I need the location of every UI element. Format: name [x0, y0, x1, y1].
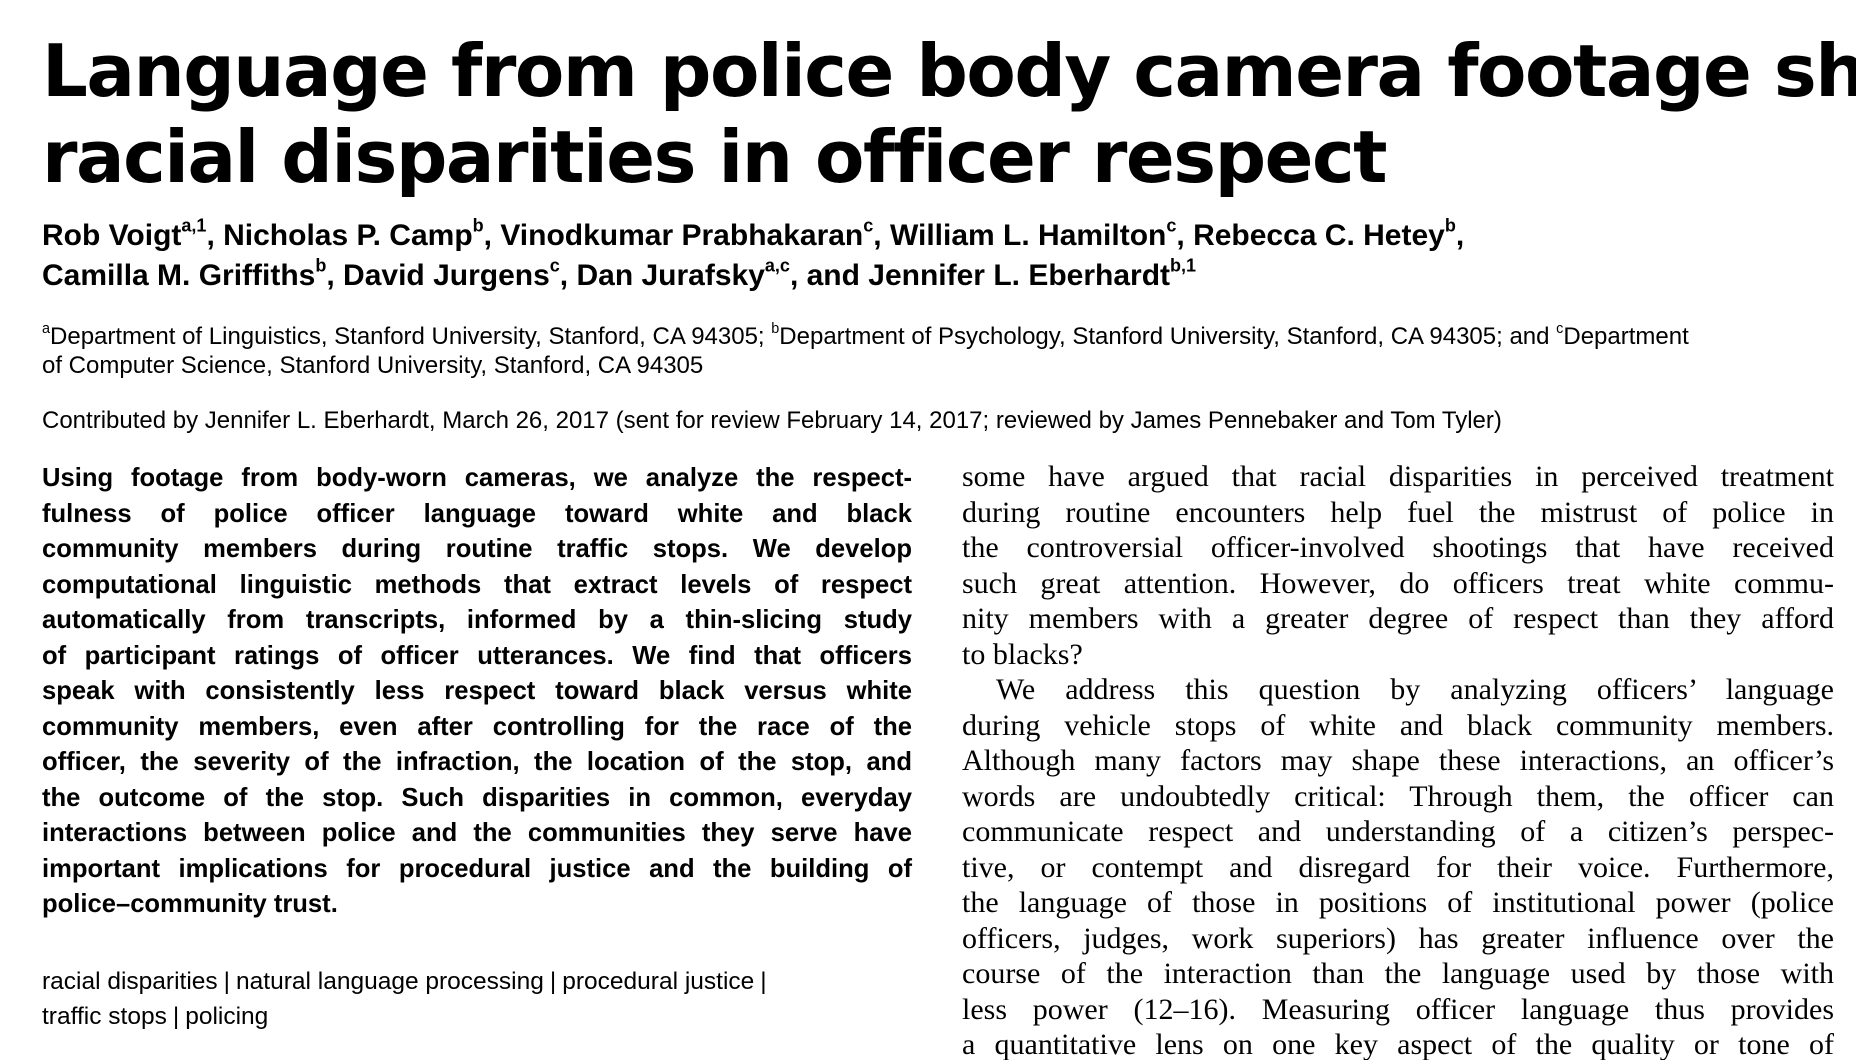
affiliation-mark: a — [42, 321, 51, 338]
affiliation-text: Department — [1563, 323, 1689, 350]
affiliation-line: of Computer Science, Stanford University… — [42, 352, 704, 379]
author-separator: , — [559, 259, 577, 292]
abstract-line: computational linguistic methods that ex… — [42, 570, 912, 599]
abstract-line: fulness of police officer language towar… — [42, 499, 912, 528]
keywords: racial disparities | natural language proc… — [42, 964, 922, 1034]
author-affiliation-mark: c — [863, 215, 874, 236]
title-line: Language from police body camera footage… — [42, 29, 1856, 113]
author-name: Rob Voigt — [42, 219, 182, 252]
abstract-line: community members, even after controllin… — [42, 712, 912, 741]
author-name: Camilla M. Griffiths — [42, 259, 316, 292]
paper-title: Language from police body camera footage… — [42, 28, 1856, 200]
body-text-line: such great attention. However, do office… — [962, 566, 1834, 600]
body-text-line: officers, judges, work superiors) has gr… — [962, 921, 1834, 955]
keyword-separator: | — [172, 1003, 180, 1030]
author-name: Rebecca C. Hetey — [1193, 219, 1445, 252]
keyword: policing — [185, 1003, 269, 1030]
body-text-line: the language of those in positions of in… — [962, 886, 1834, 919]
body-text-line: words are undoubtedly critical: Through … — [962, 779, 1834, 813]
body-text-line: some have argued that racial disparities… — [962, 460, 1834, 493]
author-name: Jennifer L. Eberhardt — [868, 259, 1171, 292]
body-text-line: a quantitative lens on one key aspect of… — [962, 1028, 1834, 1060]
author-separator: , — [873, 219, 890, 252]
title-line: racial disparities in officer respect — [42, 115, 1388, 199]
affiliation-text: Department of Psychology, Stanford Unive… — [779, 323, 1557, 350]
paper-page: Language from police body camera footage… — [0, 0, 1856, 1060]
author-list: Rob Voigta,1, Nicholas P. Campb, Vinodku… — [42, 216, 1822, 296]
abstract-line: Using footage from body-worn cameras, we… — [42, 464, 912, 492]
keyword-line: racial disparities | natural language proc… — [42, 964, 922, 999]
affiliations: aDepartment of Linguistics, Stanford Uni… — [42, 322, 1842, 380]
abstract-line: community members during routine traffic… — [42, 535, 912, 563]
author-name: Dan Jurafsky — [576, 259, 765, 292]
body-text-line: tive, or contempt and disregard for thei… — [962, 850, 1834, 884]
keyword-separator: | — [223, 968, 231, 995]
abstract-line: of participant ratings of officer uttera… — [42, 641, 912, 670]
keyword-separator: | — [549, 968, 557, 995]
author-name: Nicholas P. Camp — [223, 219, 473, 252]
keyword: natural language processing — [236, 968, 544, 995]
author-separator: , — [326, 259, 344, 292]
author-affiliation-mark: c — [1166, 215, 1177, 236]
keyword: racial disparities — [42, 968, 218, 995]
body-text-column: some have argued that racial disparities… — [962, 459, 1834, 1060]
author-affiliation-mark: b,1 — [1170, 255, 1197, 276]
author-separator: , — [1455, 219, 1465, 252]
abstract-line: speak with consistently less respect tow… — [42, 677, 912, 705]
affiliation-text: Department of Linguistics, Stanford Univ… — [50, 323, 772, 350]
author-separator: , — [1176, 219, 1194, 252]
abstract: Using footage from body-worn cameras, we… — [42, 461, 912, 923]
body-text-line: the controversial officer-involved shoot… — [962, 531, 1834, 564]
body-text-line: less power (12–16). Measuring officer la… — [962, 992, 1834, 1026]
keyword-line: traffic stops | policing — [42, 999, 922, 1034]
abstract-line: officer, the severity of the infraction,… — [42, 748, 912, 776]
author-affiliation-mark: b — [315, 255, 327, 276]
author-line: Rob Voigta,1, Nicholas P. Campb, Vinodku… — [42, 216, 1822, 256]
author-name: William L. Hamilton — [889, 219, 1167, 252]
affiliation-line: aDepartment of Linguistics, Stanford Uni… — [42, 322, 1842, 351]
author-name: Vinodkumar Prabhakaran — [500, 219, 864, 252]
body-text-line: during vehicle stops of white and black … — [962, 708, 1834, 742]
author-line: Camilla M. Griffithsb, David Jurgensc, D… — [42, 256, 1822, 296]
body-text-line: We address this question by analyzing of… — [996, 673, 1834, 706]
author-affiliation-mark: b — [472, 215, 484, 236]
author-name: David Jurgens — [343, 259, 550, 292]
author-separator: , and — [789, 259, 869, 292]
author-affiliation-mark: a,c — [764, 255, 790, 276]
abstract-line: important implications for procedural ju… — [42, 854, 912, 883]
abstract-line: interactions between police and the comm… — [42, 819, 912, 847]
body-text-line: to blacks? — [962, 637, 1083, 671]
author-separator: , — [206, 219, 224, 252]
contributed-note: Contributed by Jennifer L. Eberhardt, Ma… — [42, 407, 1502, 434]
author-affiliation-mark: b — [1444, 215, 1456, 236]
body-text-line: communicate respect and understanding of… — [962, 815, 1834, 848]
abstract-line: police–community trust. — [42, 890, 338, 918]
author-affiliation-mark: a,1 — [181, 215, 207, 236]
abstract-line: the outcome of the stop. Such disparitie… — [42, 783, 912, 812]
keyword-separator: | — [760, 968, 767, 995]
abstract-line: automatically from transcripts, informed… — [42, 606, 912, 634]
body-text-line: course of the interaction than the langu… — [962, 957, 1834, 990]
body-text-line: during routine encounters help fuel the … — [962, 495, 1834, 529]
keyword: procedural justice — [562, 968, 755, 995]
keyword: traffic stops — [42, 1003, 167, 1030]
author-affiliation-mark: c — [549, 255, 560, 276]
body-text-line: nity members with a greater degree of re… — [962, 602, 1834, 635]
author-separator: , — [483, 219, 501, 252]
body-text-line: Although many factors may shape these in… — [962, 744, 1834, 777]
